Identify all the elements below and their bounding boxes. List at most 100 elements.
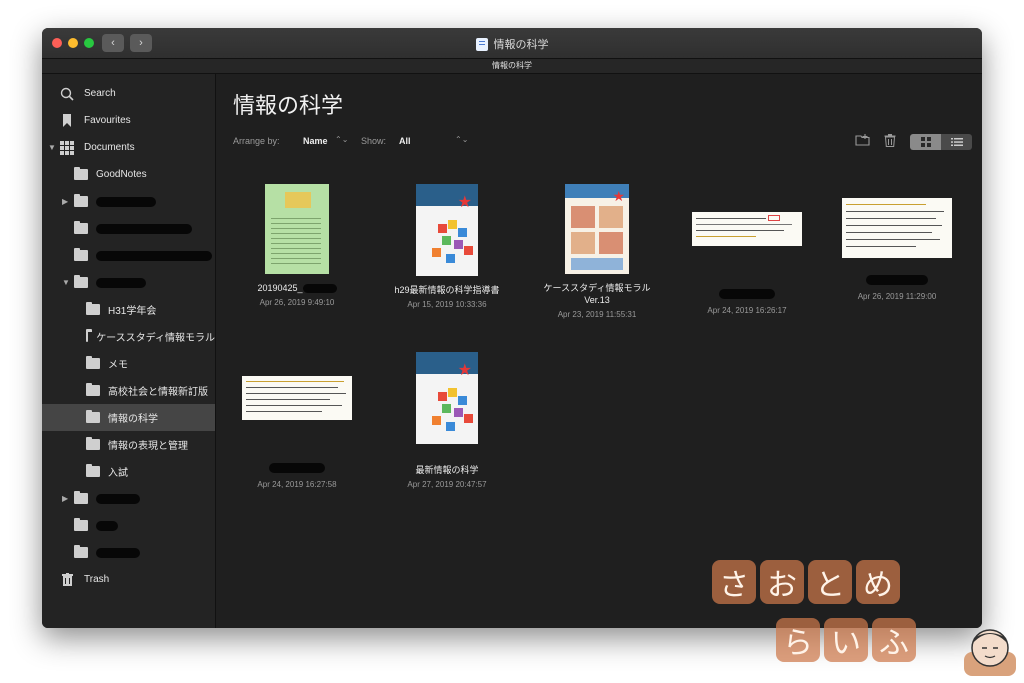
document-name [682, 289, 812, 302]
document-thumbnail[interactable] [692, 212, 802, 246]
document-item[interactable]: 20190425_ Apr 26, 2019 9:49:10 [232, 184, 362, 307]
document-item[interactable]: Apr 24, 2019 16:26:17 [682, 184, 812, 315]
sidebar-item-label: Documents [84, 142, 135, 153]
sidebar-item-label: 入試 [108, 468, 128, 479]
document-name: 20190425_ [232, 282, 362, 294]
folder-icon [74, 275, 88, 288]
sidebar-item-trash[interactable]: Trash [42, 566, 215, 593]
grid-view-button[interactable] [910, 134, 941, 150]
star-icon: ★ [457, 194, 472, 211]
sidebar-item-search[interactable]: Search [42, 80, 215, 107]
toolbar: Arrange by: Name ⌃⌄ Show: All ⌃⌄ [233, 134, 972, 150]
document-item[interactable]: ★ 最新情報の科学 Apr 27, 2019 20:47:57 [382, 352, 512, 489]
document-thumbnail[interactable] [242, 376, 352, 420]
delete-icon[interactable] [884, 134, 896, 150]
document-thumbnail[interactable] [842, 198, 952, 258]
bookmark-icon [60, 114, 74, 127]
sidebar-item-exam[interactable]: 入試 [42, 458, 215, 485]
document-date: Apr 26, 2019 11:29:00 [857, 292, 937, 301]
document-name [832, 275, 962, 288]
sidebar-item-redacted-folder[interactable] [42, 512, 215, 539]
sidebar-item-documents[interactable]: ▼ Documents [42, 134, 215, 161]
disclosure-closed-icon[interactable]: ▶ [62, 197, 68, 206]
tab-bar[interactable]: 情報の科学 [42, 58, 982, 74]
document-name-text: 20190425_ [257, 283, 303, 293]
watermark-tile: め [856, 560, 900, 604]
watermark-tile: さ [712, 560, 756, 604]
window-title: 情報の科学 [42, 36, 982, 52]
sidebar-item-label: H31学年会 [108, 306, 157, 317]
sidebar-item-redacted-folder[interactable] [42, 242, 215, 269]
star-icon: ★ [457, 362, 472, 379]
disclosure-open-icon[interactable]: ▼ [48, 143, 56, 152]
folder-icon [74, 221, 88, 234]
sidebar-item-redacted-folder[interactable] [42, 539, 215, 566]
new-folder-icon[interactable] [855, 134, 870, 149]
folder-icon [74, 248, 88, 261]
disclosure-open-icon[interactable]: ▼ [62, 278, 70, 287]
show-chevron-icon[interactable]: ⌃⌄ [455, 135, 468, 144]
sidebar-item-label: 高校社会と情報新訂版 [108, 387, 208, 398]
document-thumbnail[interactable]: ★ [416, 352, 478, 444]
sidebar-item-redacted-folder[interactable]: ▼ [42, 269, 215, 296]
search-icon [60, 87, 74, 101]
sidebar-item-redacted-folder[interactable]: ▶ [42, 188, 215, 215]
document-item[interactable]: Apr 26, 2019 11:29:00 [832, 184, 962, 301]
folder-icon [86, 410, 100, 423]
document-date: Apr 24, 2019 16:26:17 [707, 306, 787, 315]
sidebar-item-favourites[interactable]: Favourites [42, 107, 215, 134]
view-mode-toggle [910, 134, 972, 150]
redacted-label [269, 463, 325, 473]
list-view-button[interactable] [941, 134, 972, 150]
sidebar-item-label: 情報の科学 [108, 414, 158, 425]
document-date: Apr 24, 2019 16:27:58 [257, 480, 337, 489]
folder-icon [74, 491, 88, 504]
sidebar-item-label: 情報の表現と管理 [108, 441, 188, 452]
sidebar-item-goodnotes[interactable]: GoodNotes [42, 161, 215, 188]
watermark-tile: ら [776, 618, 820, 662]
sidebar-item-label: Trash [84, 574, 110, 585]
folder-icon [86, 464, 100, 477]
arrange-select[interactable]: Name [303, 136, 328, 146]
window-title-text: 情報の科学 [493, 39, 549, 51]
redacted-label [96, 547, 140, 558]
document-item[interactable]: ★ ケーススタディ情報モラル Ver.13 Apr 23, 2019 11:55… [532, 184, 662, 319]
sidebar-item-case-study[interactable]: ケーススタディ情報モラル [42, 323, 215, 350]
document-date: Apr 23, 2019 11:55:31 [557, 310, 637, 319]
document-item[interactable]: ★ h29最新情報の科学指導書 Apr 15, 2019 10:33:36 [382, 184, 512, 309]
sidebar-item-memo[interactable]: メモ [42, 350, 215, 377]
grid-view-icon [920, 137, 931, 147]
document-name [232, 463, 362, 476]
disclosure-closed-icon[interactable]: ▶ [62, 494, 68, 503]
sidebar-item-redacted-folder[interactable] [42, 215, 215, 242]
folder-icon [86, 302, 100, 315]
redacted-label [96, 250, 212, 261]
goodnotes-doc-icon [475, 37, 488, 51]
document-item[interactable]: Apr 24, 2019 16:27:58 [232, 352, 362, 489]
redacted-label [302, 284, 337, 294]
folder-icon [86, 437, 100, 450]
redacted-label [96, 493, 140, 504]
document-thumbnail[interactable] [265, 184, 329, 274]
star-icon: ★ [612, 188, 625, 204]
document-thumbnail[interactable]: ★ [565, 184, 629, 274]
sidebar-item-h31[interactable]: H31学年会 [42, 296, 215, 323]
title-bar: ‹ › 情報の科学 [42, 28, 982, 58]
tab-label[interactable]: 情報の科学 [492, 61, 532, 70]
redacted-label [719, 289, 775, 299]
redacted-label [866, 275, 928, 285]
sidebar-item-label: Favourites [84, 115, 131, 126]
arrange-chevron-icon[interactable]: ⌃⌄ [335, 135, 348, 144]
sidebar-item-label: Search [84, 88, 116, 99]
watermark-tile: い [824, 618, 868, 662]
folder-icon [74, 194, 88, 207]
sidebar-item-joho-no-kagaku[interactable]: 情報の科学 [42, 404, 215, 431]
document-name: 最新情報の科学 [415, 465, 479, 475]
sidebar-item-redacted-folder[interactable]: ▶ [42, 485, 215, 512]
document-date: Apr 27, 2019 20:47:57 [407, 480, 487, 489]
sidebar-item-social[interactable]: 高校社会と情報新訂版 [42, 377, 215, 404]
sidebar-item-expression[interactable]: 情報の表現と管理 [42, 431, 215, 458]
document-thumbnail[interactable]: ★ [416, 184, 478, 276]
show-select[interactable]: All [399, 136, 411, 146]
document-date: Apr 26, 2019 9:49:10 [259, 298, 335, 307]
